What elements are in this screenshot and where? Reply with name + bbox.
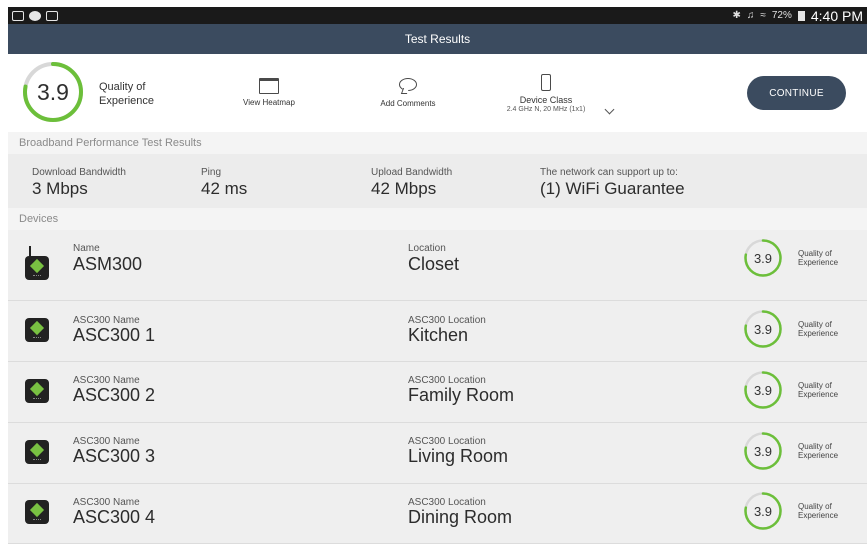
bluetooth-icon: ✱ (732, 10, 741, 21)
satellite-icon (25, 379, 49, 403)
battery-percent: 72% (771, 10, 792, 21)
status-bar: ✱ ♫ ≈ 72% 4:40 PM (8, 7, 867, 24)
device-row[interactable]: ASC300 Name ASC300 4 ASC300 Location Din… (8, 484, 867, 544)
device-class-selector[interactable]: Device Class 2.4 GHz N, 20 MHz (1x1) (494, 74, 598, 113)
device-name: ASC300 4 (73, 507, 156, 527)
mail-icon (46, 10, 58, 21)
metric-value: 3 Mbps (32, 179, 88, 198)
device-qoe-label: Quality of Experience (798, 442, 839, 460)
add-comments-label: Add Comments (380, 99, 436, 108)
device-name: ASC300 2 (73, 385, 156, 405)
qoe-value: 3.9 (37, 78, 69, 105)
device-location: Closet (408, 254, 460, 274)
metric-label: Upload Bandwidth (371, 167, 453, 178)
device-location: Family Room (408, 385, 515, 405)
device-qoe-value: 3.9 (753, 382, 773, 398)
device-name: ASM300 (73, 254, 143, 274)
metric-ping: Ping 42 ms (201, 167, 247, 199)
device-name: ASC300 3 (73, 446, 156, 466)
device-qoe-label: Quality of Experience (798, 381, 839, 399)
device-location: Living Room (408, 446, 509, 466)
device-qoe-label: Quality of Experience (798, 502, 839, 520)
broadband-section-header: Broadband Performance Test Results (8, 132, 867, 154)
continue-button[interactable]: CONTINUE (747, 76, 846, 110)
device-row[interactable]: ASC300 Name ASC300 2 ASC300 Location Fam… (8, 362, 867, 423)
battery-icon (797, 10, 805, 21)
device-qoe-label: Quality of Experience (798, 320, 839, 338)
comment-icon (399, 78, 417, 91)
device-name: ASC300 1 (73, 325, 156, 345)
status-notifications (12, 10, 58, 21)
clock: 4:40 PM (810, 7, 863, 24)
device-qoe-value: 3.9 (753, 250, 773, 266)
device-qoe-value: 3.9 (753, 443, 773, 459)
metric-label: Download Bandwidth (32, 167, 126, 178)
wifi-icon: ≈ (760, 10, 766, 21)
device-location: Kitchen (408, 325, 469, 345)
devices-section-title: Devices (19, 213, 59, 225)
device-row[interactable]: ASC300 Name ASC300 3 ASC300 Location Liv… (8, 423, 867, 484)
page-title: Test Results (404, 32, 471, 46)
metric-label: Ping (201, 167, 222, 178)
title-bar: Test Results (8, 24, 867, 54)
chevron-down-icon[interactable] (604, 104, 615, 115)
view-heatmap-button[interactable]: View Heatmap (230, 78, 308, 107)
device-qoe-value: 3.9 (753, 503, 773, 519)
view-heatmap-label: View Heatmap (243, 98, 295, 107)
phone-icon (541, 74, 551, 91)
satellite-icon (25, 440, 49, 464)
metric-upload: Upload Bandwidth 42 Mbps (371, 167, 452, 199)
antenna-icon (29, 246, 31, 256)
device-name-label: Name (73, 243, 100, 254)
metric-value: 42 Mbps (371, 179, 437, 198)
device-qoe-label: Quality of Experience (798, 249, 839, 267)
heatmap-icon (259, 78, 279, 94)
add-comments-button[interactable]: Add Comments (368, 78, 448, 108)
block-icon (29, 10, 41, 21)
device-class-label: Device Class (519, 95, 573, 105)
status-system: ✱ ♫ ≈ 72% 4:40 PM (732, 8, 863, 24)
router-icon (25, 256, 49, 280)
device-row[interactable]: Name ASM300 Location Closet 3.9 Quality … (8, 230, 867, 301)
metric-label: The network can support up to: (540, 167, 678, 178)
satellite-icon (25, 318, 49, 342)
satellite-icon (25, 500, 49, 524)
metric-download: Download Bandwidth 3 Mbps (32, 167, 126, 199)
metric-value: 42 ms (201, 179, 248, 198)
device-class-value: 2.4 GHz N, 20 MHz (1x1) (506, 106, 586, 113)
device-qoe-value: 3.9 (753, 321, 773, 337)
broadband-section-title: Broadband Performance Test Results (19, 137, 202, 149)
device-location: Dining Room (408, 507, 513, 527)
devices-section-header: Devices (8, 208, 867, 230)
device-row[interactable]: ASC300 Name ASC300 1 ASC300 Location Kit… (8, 301, 867, 362)
mute-icon: ♫ (746, 10, 755, 21)
metric-value: (1) WiFi Guarantee (540, 179, 685, 198)
gallery-icon (12, 10, 24, 21)
broadband-metrics: Download Bandwidth 3 Mbps Ping 42 ms Upl… (8, 154, 867, 208)
device-location-label: Location (408, 243, 446, 254)
qoe-label: Quality of Experience (99, 81, 155, 107)
metric-network-support: The network can support up to: (1) WiFi … (540, 167, 685, 199)
summary-header: 3.9 Quality of Experience View Heatmap A… (8, 54, 867, 132)
